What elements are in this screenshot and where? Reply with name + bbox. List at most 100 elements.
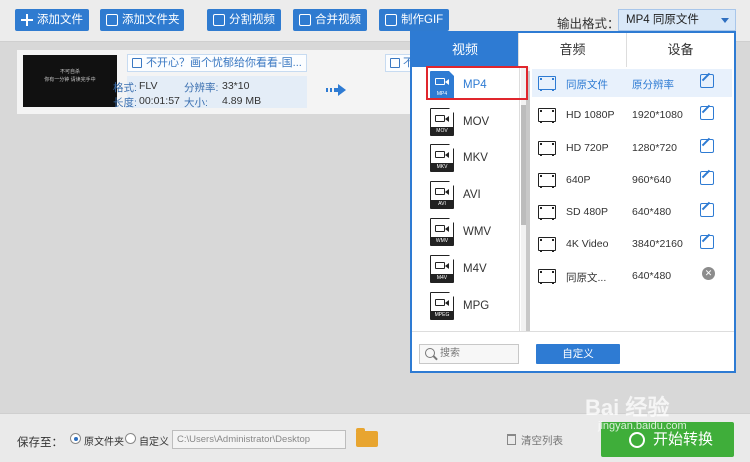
- thumbnail-text-1: 不可自杀: [59, 69, 80, 75]
- format-list: MP4 MP4 MOV MOV MKV MKV AVI AVI WMV WMV …: [412, 67, 520, 331]
- edit-icon[interactable]: [700, 235, 714, 249]
- output-format-select[interactable]: MP4 同原文件: [618, 9, 736, 31]
- format-tag: M4V: [431, 274, 453, 282]
- quality-name: 4K Video: [566, 238, 609, 250]
- quality-row[interactable]: 4K Video 3840*2160: [532, 230, 732, 258]
- start-convert-label: 开始转换: [653, 431, 714, 448]
- film-icon: [538, 108, 556, 123]
- folder-icon: [106, 14, 118, 26]
- quality-row[interactable]: 同原文... 640*480 ✕: [532, 262, 732, 290]
- format-label: 格式:: [113, 82, 137, 94]
- film-icon: [538, 173, 556, 188]
- output-path-field[interactable]: C:\Users\Administrator\Desktop: [172, 430, 346, 449]
- video-file-icon: M4V: [430, 254, 455, 283]
- format-item-wmv[interactable]: WMV WMV: [412, 215, 512, 251]
- add-file-button[interactable]: 添加文件: [15, 9, 89, 31]
- format-tag: WMV: [431, 237, 453, 245]
- quality-row[interactable]: 640P 960*640: [532, 166, 732, 194]
- add-file-label: 添加文件: [37, 14, 83, 26]
- convert-arrow-icon: [326, 84, 346, 96]
- tab-device[interactable]: 设备: [626, 33, 734, 67]
- quality-resolution: 原分辨率: [632, 79, 674, 91]
- split-video-button[interactable]: 分割视频: [207, 9, 281, 31]
- quality-resolution: 1920*1080: [632, 109, 683, 121]
- output-format-label: 输出格式：: [557, 17, 620, 31]
- save-to-label: 保存至：: [17, 437, 63, 449]
- tab-audio[interactable]: 音频: [518, 33, 626, 67]
- radio-custom[interactable]: [125, 433, 136, 444]
- duration-value: 00:01:57: [139, 95, 180, 107]
- format-value: FLV: [139, 80, 158, 92]
- video-file-icon: AVI: [430, 180, 455, 209]
- format-tabs: 视频 音频 设备: [412, 33, 734, 67]
- size-label: 大小:: [184, 97, 208, 109]
- format-label: MPG: [463, 300, 490, 312]
- edit-icon[interactable]: [700, 203, 714, 217]
- video-file-icon: MKV: [430, 143, 455, 172]
- clear-list-button[interactable]: 清空列表: [507, 433, 563, 448]
- merge-video-button[interactable]: 合并视频: [293, 9, 367, 31]
- format-label: AVI: [463, 189, 481, 201]
- film-icon: [538, 205, 556, 220]
- edit-icon[interactable]: [700, 171, 714, 185]
- format-label: MOV: [463, 116, 490, 128]
- watermark-url: jingyan.baidu.com: [598, 420, 687, 432]
- delete-icon[interactable]: ✕: [702, 267, 715, 280]
- plus-icon: [21, 14, 33, 26]
- format-item-avi[interactable]: AVI AVI: [412, 178, 512, 214]
- chevron-down-icon: [721, 18, 729, 23]
- quality-name: HD 720P: [566, 142, 609, 154]
- format-label: WMV: [463, 226, 492, 238]
- film-icon: [538, 141, 556, 156]
- quality-name: 同原文件: [566, 79, 608, 91]
- search-icon: [425, 348, 435, 358]
- edit-icon[interactable]: [700, 74, 714, 88]
- quality-row[interactable]: HD 1080P 1920*1080: [532, 101, 732, 129]
- resolution-label: 分辨率:: [184, 82, 219, 94]
- video-file-icon: MPEG: [430, 291, 455, 320]
- scrollbar-thumb[interactable]: [526, 71, 530, 335]
- make-gif-label: 制作GIF: [401, 14, 444, 26]
- edit-icon[interactable]: [700, 106, 714, 120]
- make-gif-button[interactable]: 制作GIF: [379, 9, 449, 31]
- tab-video[interactable]: 视频: [412, 33, 518, 67]
- quality-resolution: 3840*2160: [632, 238, 683, 250]
- duration-label: 长度:: [113, 97, 137, 109]
- gif-icon: [385, 14, 397, 26]
- edit-icon[interactable]: [700, 139, 714, 153]
- trash-icon: [507, 434, 516, 445]
- quality-resolution: 1280*720: [632, 142, 677, 154]
- film-icon: [538, 76, 556, 91]
- output-format-value: MP4 同原文件: [626, 14, 699, 26]
- file-name-field[interactable]: 不开心？画个忧郁给你看看-国...: [127, 54, 307, 72]
- custom-button[interactable]: 自定义: [536, 344, 620, 364]
- file-row[interactable]: 不可自杀 你有一分钟 请读完手中 不开心？画个忧郁给你看看-国... 格式: F…: [17, 50, 417, 114]
- format-item-m4v[interactable]: M4V M4V: [412, 252, 512, 288]
- add-folder-button[interactable]: 添加文件夹: [100, 9, 184, 31]
- edit-icon: [132, 58, 142, 68]
- quality-resolution: 960*640: [632, 174, 672, 186]
- search-input[interactable]: 搜索: [419, 344, 519, 364]
- folder-icon[interactable]: [356, 428, 378, 447]
- add-folder-label: 添加文件夹: [122, 14, 180, 26]
- watermark-logo: Bai 经验: [585, 395, 670, 420]
- format-item-mpg[interactable]: MPEG MPG: [412, 289, 512, 325]
- format-item-mkv[interactable]: MKV MKV: [412, 141, 512, 177]
- quality-name: 640P: [566, 174, 591, 186]
- quality-row[interactable]: 同原文件 原分辨率: [532, 69, 732, 97]
- video-thumbnail[interactable]: 不可自杀 你有一分钟 请读完手中: [23, 55, 117, 107]
- format-label: M4V: [463, 263, 487, 275]
- quality-row[interactable]: HD 720P 1280*720: [532, 134, 732, 162]
- output-name-field[interactable]: 不: [385, 54, 411, 72]
- quality-resolution: 640*480: [632, 270, 672, 282]
- quality-row[interactable]: SD 480P 640*480: [532, 198, 732, 226]
- panel-footer: 搜索 自定义: [412, 331, 734, 371]
- format-tag: MKV: [431, 163, 453, 171]
- quality-list-scrollbar[interactable]: [526, 67, 530, 335]
- quality-name: HD 1080P: [566, 109, 615, 121]
- format-item-mov[interactable]: MOV MOV: [412, 105, 512, 141]
- film-icon: [538, 269, 556, 284]
- quality-name: 同原文...: [566, 272, 607, 284]
- video-file-icon: MOV: [430, 107, 455, 136]
- radio-source-folder[interactable]: [70, 433, 81, 444]
